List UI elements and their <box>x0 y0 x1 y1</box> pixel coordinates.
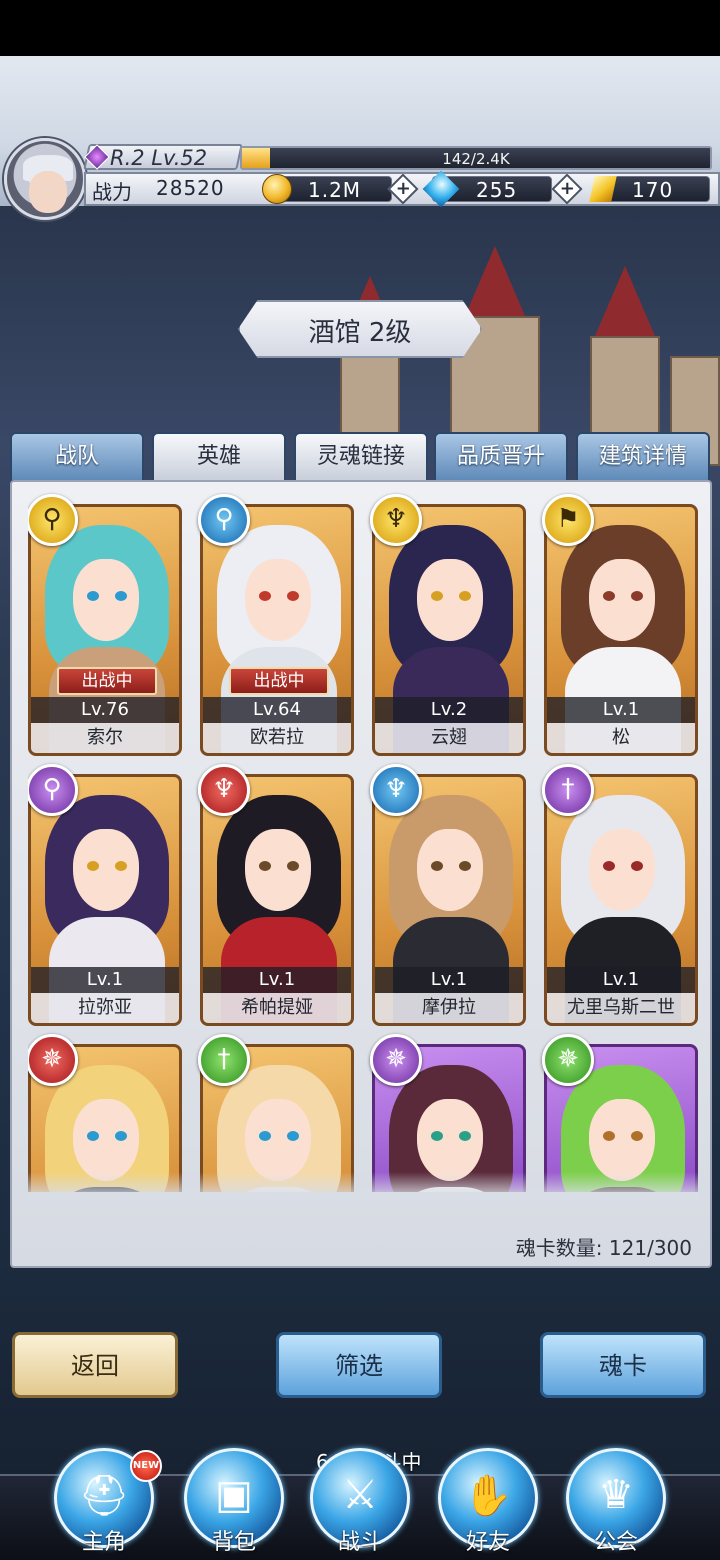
shuriken-icon: ✵ <box>542 1034 594 1086</box>
nav-battle[interactable]: ⚔ 战斗 <box>308 1448 412 1560</box>
power-value: 28520 <box>156 176 225 200</box>
hero-name: 云翅 <box>375 723 523 753</box>
flag-icon: ⚑ <box>542 494 594 546</box>
filter-button[interactable]: 筛选 <box>276 1332 442 1398</box>
gold-counter: 1.2M <box>262 174 398 204</box>
rank-level: R.2 Lv.52 <box>110 146 208 170</box>
nav-hero-label: 主角 <box>81 1530 126 1555</box>
hero-level: Lv.1 <box>375 967 523 993</box>
hero-name: 希帕提娅 <box>203 993 351 1023</box>
nav-friends[interactable]: ✋ 好友 <box>436 1448 540 1560</box>
status-bar <box>0 0 720 56</box>
nav-friends-label: 好友 <box>465 1530 510 1555</box>
wings-icon: ♆ <box>370 494 422 546</box>
gold-value: 1.2M <box>308 178 362 202</box>
hero-level: Lv.1 <box>547 697 695 723</box>
hero-name: 拉弥亚 <box>31 993 179 1023</box>
hero-grid[interactable]: 出战中 Lv.76 索尔 ⚲ 出战中 Lv.64 欧若拉 ⚲ Lv.2 云翅 ♆ Lv.1 松 ⚑ Lv.1… <box>28 492 698 1192</box>
handshake-icon: ✋ <box>463 1473 513 1519</box>
tab-bar: 战队 英雄 灵魂链接 品质晋升 建筑详情 <box>10 432 710 482</box>
tab-building-details[interactable]: 建筑详情 <box>576 432 710 482</box>
hero-level: Lv.76 <box>31 697 179 723</box>
sword-icon: † <box>542 764 594 816</box>
tab-heroes[interactable]: 英雄 <box>152 432 286 482</box>
grid-fade <box>28 1172 698 1200</box>
new-badge: NEW <box>130 1450 162 1482</box>
orb-staff-icon: ⚲ <box>198 494 250 546</box>
nav-guild[interactable]: ♛ 公会 <box>564 1448 668 1560</box>
deployed-badge: 出战中 <box>229 667 329 695</box>
wings-icon: ♆ <box>370 764 422 816</box>
sword-icon: † <box>198 1034 250 1086</box>
wings-icon: ♆ <box>198 764 250 816</box>
hero-name: 索尔 <box>31 723 179 753</box>
exp-bar: 142/2.4K <box>240 146 712 170</box>
guild-crest-icon: ♛ <box>598 1472 634 1518</box>
hero-name: 欧若拉 <box>203 723 351 753</box>
hero-level: Lv.64 <box>203 697 351 723</box>
tab-soul-link[interactable]: 灵魂链接 <box>294 432 428 482</box>
hero-name: 摩伊拉 <box>375 993 523 1023</box>
shuriken-icon: ✵ <box>370 1034 422 1086</box>
hero-level: Lv.1 <box>547 967 695 993</box>
hero-name: 松 <box>547 723 695 753</box>
diamond-counter: 255 <box>422 170 556 208</box>
crystal-counter: 170 <box>589 174 714 204</box>
tab-quality-upgrade[interactable]: 品质晋升 <box>434 432 568 482</box>
page-title: 酒馆 2级 <box>308 318 412 348</box>
gold-coin-icon <box>262 174 292 204</box>
tab-team[interactable]: 战队 <box>10 432 144 482</box>
crystal-value: 170 <box>632 178 674 202</box>
nav-backpack[interactable]: ▣ 背包 <box>182 1448 286 1560</box>
hero-name: 尤里乌斯二世 <box>547 993 695 1023</box>
player-avatar[interactable] <box>4 138 86 220</box>
hero-panel: 出战中 Lv.76 索尔 ⚲ 出战中 Lv.64 欧若拉 ⚲ Lv.2 云翅 ♆ Lv.1 松 ⚑ Lv.1… <box>10 480 712 1268</box>
power-label: 战力 <box>92 180 132 204</box>
exp-text: 142/2.4K <box>442 150 510 168</box>
soul-card-button[interactable]: 魂卡 <box>540 1332 706 1398</box>
player-header: R.2 Lv.52 142/2.4K 战力 28520 1.2M + 255 +… <box>0 134 720 220</box>
deployed-badge: 出战中 <box>57 667 157 695</box>
nav-backpack-label: 背包 <box>211 1530 256 1555</box>
hero-level: Lv.2 <box>375 697 523 723</box>
diamond-value: 255 <box>476 178 518 202</box>
soul-card-count: 魂卡数量: 121/300 <box>515 1236 692 1260</box>
nav-battle-label: 战斗 <box>337 1530 382 1555</box>
hero-level: Lv.1 <box>31 967 179 993</box>
orb-staff-icon: ⚲ <box>28 494 78 546</box>
hero-level: Lv.1 <box>203 967 351 993</box>
nav-guild-label: 公会 <box>593 1530 638 1555</box>
backpack-icon: ▣ <box>215 1472 253 1518</box>
orb-staff-icon: ⚲ <box>28 764 78 816</box>
crossed-swords-icon: ⚔ <box>342 1472 378 1518</box>
shuriken-icon: ✵ <box>28 1034 78 1086</box>
back-button[interactable]: 返回 <box>12 1332 178 1398</box>
